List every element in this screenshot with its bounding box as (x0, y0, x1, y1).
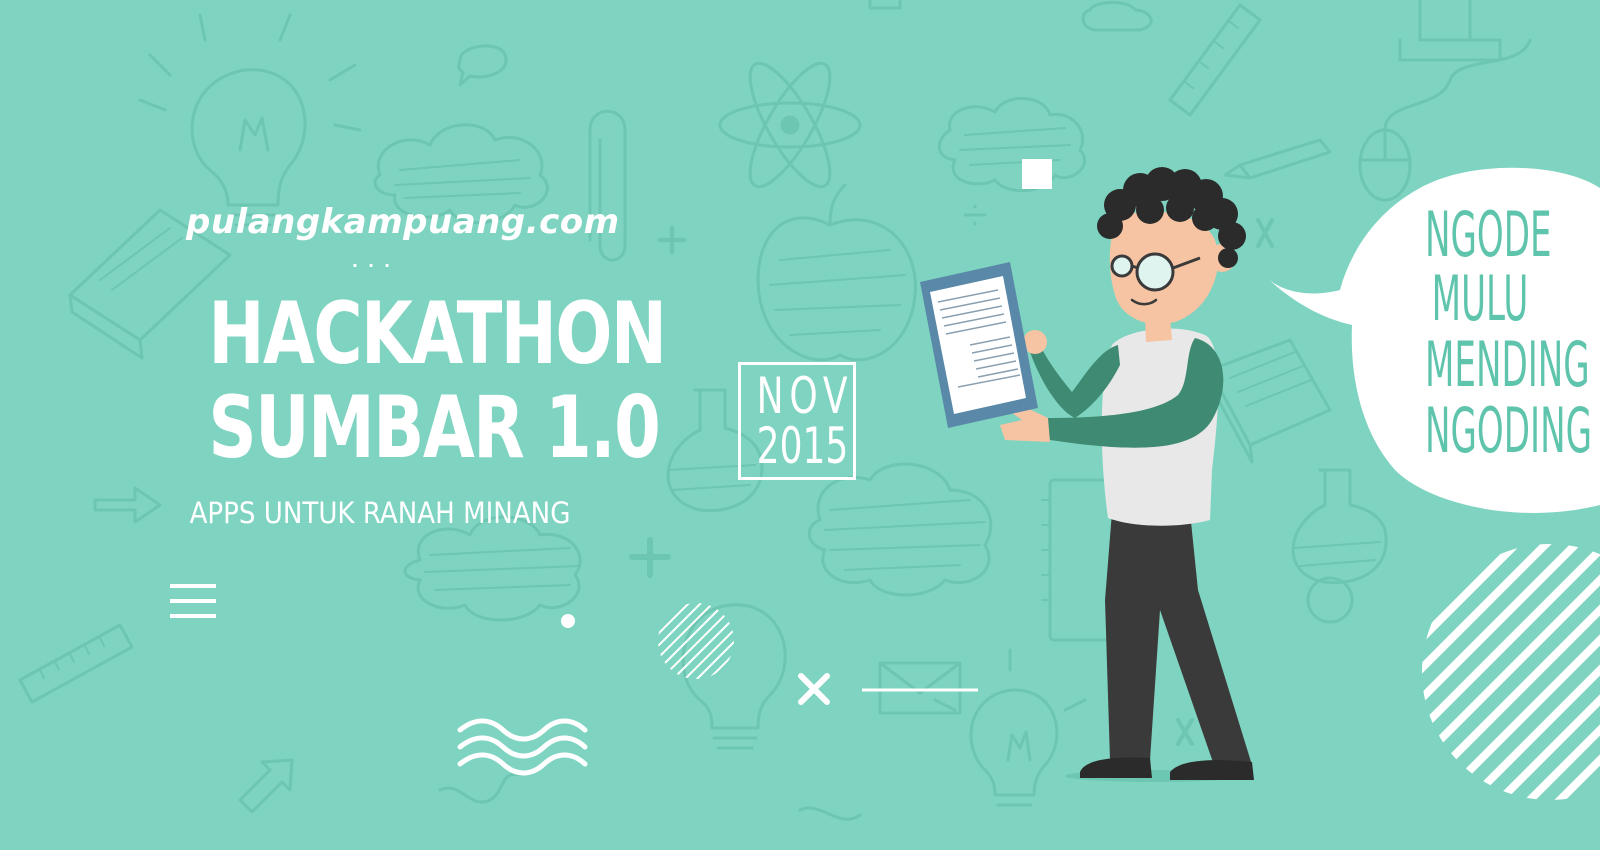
date-year: 2015 (756, 417, 849, 475)
event-title-line-2: SUMBAR 1.0 (208, 378, 660, 478)
date-month: NOV (756, 367, 854, 425)
bubble-text-line: NGODING (1425, 394, 1593, 467)
event-title-line-1: HACKATHON (208, 284, 667, 384)
cloud-icon (403, 515, 582, 622)
apple-icon (756, 183, 917, 362)
pants (1105, 512, 1252, 768)
bubble-text-line: MENDING (1425, 328, 1590, 401)
ruler-icon (18, 623, 134, 704)
cloud-icon (937, 97, 1087, 193)
dot-icon (561, 614, 575, 628)
close-x-icon (798, 673, 830, 705)
bubble-text-line: NGODE (1425, 198, 1552, 271)
separator-dots: ... (351, 252, 401, 271)
close-icon (1176, 718, 1194, 746)
bubble-text-line: MULU (1431, 262, 1529, 335)
event-subtitle: APPS UNTUK RANAH MINANG (189, 496, 571, 530)
pencil-icon (1223, 138, 1332, 180)
plus-icon (629, 537, 671, 578)
poster: pulangkampuang.com ... HACKATHON SUMBAR … (0, 0, 1600, 850)
date-box: NOV 2015 (738, 362, 856, 480)
wave-icon (457, 718, 588, 776)
site-name: pulangkampuang.com (186, 202, 620, 242)
cloud-icon (807, 462, 993, 597)
book-icon (1208, 338, 1332, 464)
divide-icon (963, 204, 987, 226)
t-square-icon (1398, 0, 1502, 62)
lightbulb-icon (933, 648, 1087, 807)
tablet (920, 262, 1038, 428)
bottle-icon (868, 0, 902, 10)
flask-icon (1291, 468, 1388, 584)
shoe (1080, 757, 1152, 778)
ruler-icon (1168, 3, 1262, 117)
hamburger-icon (170, 584, 216, 618)
plus-icon (658, 226, 686, 254)
shoe (1170, 760, 1254, 780)
scribble-icon (438, 772, 522, 804)
arrow-icon (238, 758, 294, 814)
atom-icon (718, 61, 862, 189)
speech-bubble-icon (457, 44, 508, 87)
square-icon (1022, 159, 1052, 189)
lightbulb-icon (138, 13, 362, 227)
cloud-icon (1081, 1, 1153, 32)
hatched-circle-icon (658, 603, 734, 679)
arrow-icon (93, 486, 162, 524)
scribble-icon (798, 806, 862, 821)
plus-icon (1256, 218, 1274, 248)
hatched-circle-icon (1422, 544, 1600, 800)
ring-icon (1306, 576, 1354, 624)
